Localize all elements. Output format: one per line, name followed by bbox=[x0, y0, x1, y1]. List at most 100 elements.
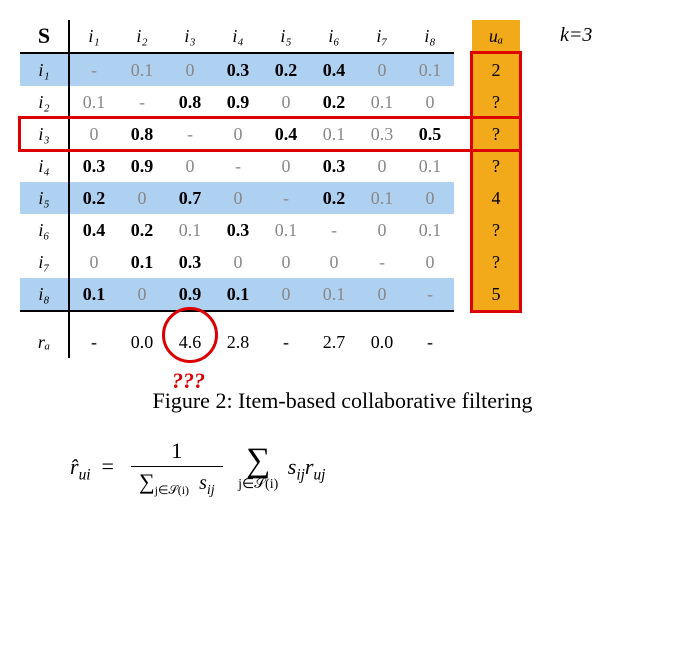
cell-value: 0.1 bbox=[131, 60, 154, 80]
cell-value: 0 bbox=[90, 252, 99, 272]
ra-header: rₐ bbox=[20, 311, 69, 358]
cell-value: 0 bbox=[186, 156, 195, 176]
cell-value: 0.3 bbox=[227, 220, 250, 240]
row-header: i₆ bbox=[20, 214, 69, 246]
cell-value: 0.1 bbox=[419, 220, 442, 240]
cell-value: 0 bbox=[138, 188, 147, 208]
ra-cell: 4.6 bbox=[166, 311, 214, 358]
cell-value: 0.8 bbox=[179, 92, 202, 112]
cell-value: 0.4 bbox=[323, 60, 346, 80]
ua-cell: ? bbox=[472, 118, 520, 150]
col-header: i₄ bbox=[214, 20, 262, 53]
cell-value: 0 bbox=[426, 252, 435, 272]
cell-value: 0.2 bbox=[323, 92, 346, 112]
row-header: i₇ bbox=[20, 246, 69, 278]
ra-cell: 0.0 bbox=[118, 311, 166, 358]
cell-value: 0 bbox=[426, 188, 435, 208]
col-header: i₁ bbox=[69, 20, 118, 53]
figure-caption: Figure 2: Item-based collaborative filte… bbox=[20, 388, 665, 414]
cell-value: 0.1 bbox=[323, 284, 346, 304]
cell-value: 0.1 bbox=[371, 188, 394, 208]
cell-value: 0.3 bbox=[227, 60, 250, 80]
cell-value: 0.1 bbox=[419, 156, 442, 176]
ra-cell: 2.7 bbox=[310, 311, 358, 358]
ua-cell: ? bbox=[472, 214, 520, 246]
ua-cell: ? bbox=[472, 86, 520, 118]
cell-value: 0 bbox=[378, 156, 387, 176]
row-header: i₂ bbox=[20, 86, 69, 118]
similarity-table: Si₁i₂i₃i₄i₅i₆i₇i₈uₐi₁-0.100.30.20.400.12… bbox=[20, 20, 520, 358]
row-header: i₅ bbox=[20, 182, 69, 214]
cell-value: 0 bbox=[138, 284, 147, 304]
cell-value: 0 bbox=[282, 252, 291, 272]
cell-value: 0.7 bbox=[179, 188, 202, 208]
col-header: i₅ bbox=[262, 20, 310, 53]
cell-value: 0.1 bbox=[227, 284, 250, 304]
cell-value: 0.2 bbox=[83, 188, 106, 208]
cell-value: 0.1 bbox=[275, 220, 298, 240]
cell-value: 0 bbox=[282, 284, 291, 304]
cell-value: 0.4 bbox=[275, 124, 298, 144]
row-header: i₁ bbox=[20, 53, 69, 86]
cell-value: 0.1 bbox=[419, 60, 442, 80]
cell-value: 0.2 bbox=[275, 60, 298, 80]
row-header: i₄ bbox=[20, 150, 69, 182]
cell-value: - bbox=[427, 284, 433, 304]
cell-value: 0 bbox=[234, 124, 243, 144]
cell-value: - bbox=[91, 60, 97, 80]
cell-value: 0.3 bbox=[371, 124, 394, 144]
cell-value: 0 bbox=[378, 220, 387, 240]
k-parameter: k=3 bbox=[560, 24, 592, 47]
cell-value: 0.1 bbox=[131, 252, 154, 272]
cell-value: 0 bbox=[282, 92, 291, 112]
cell-value: 0.2 bbox=[131, 220, 154, 240]
cell-value: 0.2 bbox=[323, 188, 346, 208]
col-header: i₇ bbox=[358, 20, 406, 53]
cell-value: 0 bbox=[426, 92, 435, 112]
diagram-wrapper: Si₁i₂i₃i₄i₅i₆i₇i₈uₐi₁-0.100.30.20.400.12… bbox=[20, 20, 660, 358]
row-header: i₃ bbox=[20, 118, 69, 150]
ua-cell: 2 bbox=[472, 53, 520, 86]
ra-cell: - bbox=[262, 311, 310, 358]
ua-cell: ? bbox=[472, 246, 520, 278]
cell-value: 0 bbox=[234, 188, 243, 208]
cell-value: 0.4 bbox=[83, 220, 106, 240]
cell-value: 0.1 bbox=[83, 284, 106, 304]
ua-cell: 4 bbox=[472, 182, 520, 214]
col-header: i₃ bbox=[166, 20, 214, 53]
cell-value: 0.9 bbox=[179, 284, 202, 304]
ua-header: uₐ bbox=[472, 20, 520, 53]
col-header: i₂ bbox=[118, 20, 166, 53]
cell-value: 0.9 bbox=[227, 92, 250, 112]
ra-cell: 0.0 bbox=[358, 311, 406, 358]
cell-value: 0.1 bbox=[371, 92, 394, 112]
cell-value: - bbox=[331, 220, 337, 240]
matrix-label: S bbox=[20, 20, 69, 53]
cell-value: 0.1 bbox=[323, 124, 346, 144]
cell-value: 0.3 bbox=[323, 156, 346, 176]
cell-value: 0.9 bbox=[131, 156, 154, 176]
cell-value: 0 bbox=[234, 252, 243, 272]
cell-value: 0 bbox=[378, 284, 387, 304]
col-header: i₆ bbox=[310, 20, 358, 53]
formula: r̂ui = 1 ∑j∈𝒮(i) sij ∑ j∈𝒮(i) sijruj bbox=[70, 438, 665, 499]
row-header: i₈ bbox=[20, 278, 69, 311]
cell-value: - bbox=[139, 92, 145, 112]
ra-cell: - bbox=[406, 311, 454, 358]
cell-value: 0 bbox=[378, 60, 387, 80]
ra-cell: 2.8 bbox=[214, 311, 262, 358]
col-header: i₈ bbox=[406, 20, 454, 53]
cell-value: - bbox=[235, 156, 241, 176]
cell-value: 0.3 bbox=[179, 252, 202, 272]
cell-value: 0.1 bbox=[83, 92, 106, 112]
cell-value: 0 bbox=[90, 124, 99, 144]
cell-value: 0.1 bbox=[179, 220, 202, 240]
cell-value: 0.8 bbox=[131, 124, 154, 144]
cell-value: 0 bbox=[282, 156, 291, 176]
ua-cell: ? bbox=[472, 150, 520, 182]
cell-value: - bbox=[379, 252, 385, 272]
cell-value: 0.5 bbox=[419, 124, 442, 144]
cell-value: 0 bbox=[330, 252, 339, 272]
cell-value: - bbox=[187, 124, 193, 144]
cell-value: 0 bbox=[186, 60, 195, 80]
